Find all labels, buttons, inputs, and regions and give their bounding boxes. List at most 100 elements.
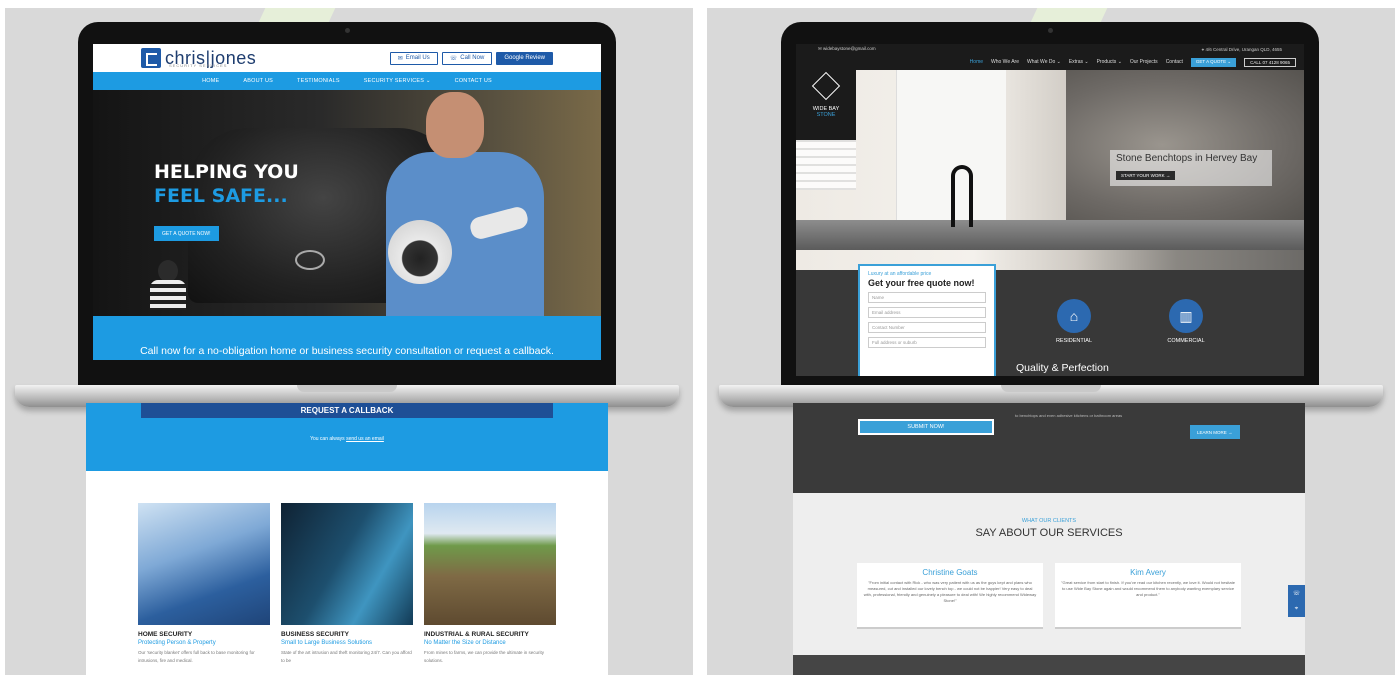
- farmland-photo: [424, 503, 556, 625]
- nav-contact-us[interactable]: CONTACT US: [455, 78, 492, 84]
- hero-title: HELPING YOU FEEL SAFE...: [154, 160, 299, 208]
- nav-products[interactable]: Products ⌄: [1097, 59, 1122, 65]
- form-title: Get your free quote now!: [868, 278, 975, 288]
- laptop-notch: [1001, 385, 1101, 392]
- form-kicker: Luxury at an affordable price: [868, 271, 932, 277]
- main-nav: Home Who We Are What We Do ⌄ Extras ⌄ Pr…: [796, 54, 1304, 70]
- testimonial-name: Christine Goats: [922, 568, 978, 577]
- callback-section: REQUEST A CALLBACK You can always send u…: [86, 403, 608, 471]
- house-icon: ⌂: [1057, 299, 1091, 333]
- hero-caption-title: Stone Benchtops in Hervey Bay: [1116, 153, 1258, 164]
- testimonials-section: WHAT OUR CLIENTS SAY ABOUT OUR SERVICES …: [793, 493, 1305, 655]
- card-text: From mines to farms, we can provide the …: [424, 650, 545, 663]
- site-header: chris|jones SECURITY SERVICES ✉ Email Us…: [93, 44, 601, 72]
- nav-our-projects[interactable]: Our Projects: [1130, 59, 1158, 65]
- nav-contact[interactable]: Contact: [1166, 59, 1183, 65]
- logo-mark-icon: [141, 48, 161, 68]
- site-below-fold-right: SUBMIT NOW! to benchtops and even adhesi…: [793, 403, 1305, 675]
- laptop-screen-left: chris|jones SECURITY SERVICES ✉ Email Us…: [78, 22, 616, 392]
- card-subtitle: Protecting Person & Property: [138, 640, 216, 646]
- testimonial-card: Christine Goats "From initial contact wi…: [857, 563, 1043, 629]
- service-card-industrial[interactable]: INDUSTRIAL & RURAL SECURITY No Matter th…: [424, 503, 556, 665]
- tap-icon: [951, 165, 973, 227]
- quote-form: Luxury at an affordable price Get your f…: [858, 264, 996, 376]
- request-callback-button[interactable]: REQUEST A CALLBACK: [141, 403, 553, 418]
- testimonial-quote: "From initial contact with Rick - who wa…: [863, 580, 1037, 603]
- main-nav: HOME ABOUT US TESTIMONIALS SECURITY SERV…: [93, 72, 601, 90]
- technician-photo: [138, 503, 270, 625]
- top-email[interactable]: ✉ widebaystone@gmail.com: [818, 46, 876, 52]
- testimonials-heading: SAY ABOUT OUR SERVICES: [975, 527, 1123, 539]
- logo[interactable]: WIDE BAY STONE: [796, 70, 856, 140]
- nav-home[interactable]: HOME: [202, 78, 219, 84]
- card-text: State of the art intrusion and theft mon…: [281, 650, 412, 663]
- burglar-head: [158, 260, 178, 282]
- testimonials-kicker: WHAT OUR CLIENTS: [1021, 518, 1077, 524]
- logo-line2: STONE: [816, 112, 836, 118]
- hero-caption: Stone Benchtops in Hervey Bay START YOUR…: [1110, 150, 1272, 186]
- logo-tagline: SECURITY SERVICES: [169, 63, 228, 68]
- testimonial-name: Kim Avery: [1130, 568, 1166, 577]
- nav-about-us[interactable]: ABOUT US: [243, 78, 273, 84]
- top-bar: ✉ widebaystone@gmail.com ⌖ 4/6 Central D…: [796, 44, 1304, 54]
- cta-banner-text: Call now for a no-obligation home or bus…: [140, 345, 554, 357]
- hero-title-line2: FEEL SAFE...: [154, 185, 288, 207]
- card-text: Our 'security blanket' offers full back …: [138, 650, 255, 663]
- header-buttons: ✉ Email Us ☏ Call Now Google Review: [389, 51, 553, 65]
- site-below-fold-left: REQUEST A CALLBACK You can always send u…: [86, 403, 608, 675]
- call-now-button[interactable]: ☏ Call Now: [441, 51, 493, 65]
- call-nav-button[interactable]: CALL 07 4128 9065: [1244, 57, 1296, 67]
- camera-dot: [345, 28, 350, 33]
- building-icon: ▥: [1169, 299, 1203, 333]
- services-section: HOME SECURITY Protecting Person & Proper…: [86, 471, 608, 675]
- send-email-link[interactable]: send us an email: [346, 436, 384, 442]
- card-subtitle: No Matter the Size or Distance: [424, 640, 506, 646]
- phone-icon[interactable]: ☏: [1293, 590, 1301, 597]
- submit-now-button[interactable]: SUBMIT NOW!: [858, 419, 994, 435]
- man-head: [426, 92, 484, 158]
- site-widebaystone: ✉ widebaystone@gmail.com ⌖ 4/6 Central D…: [796, 44, 1304, 376]
- left-showcase-panel: chris|jones SECURITY SERVICES ✉ Email Us…: [5, 8, 693, 675]
- laptop-screen-right: ✉ widebaystone@gmail.com ⌖ 4/6 Central D…: [781, 22, 1319, 392]
- nav-what-we-do[interactable]: What We Do ⌄: [1027, 59, 1061, 65]
- address-field[interactable]: Full address or suburb: [868, 337, 986, 348]
- burglar-illustration: [138, 260, 198, 310]
- testimonial-quote: "Great service from start to finish. If …: [1061, 580, 1235, 597]
- top-address: ⌖ 4/6 Central Drive, Urangan QLD, 4655: [1201, 46, 1282, 52]
- marble-splashback: [1066, 70, 1304, 220]
- service-card-home[interactable]: HOME SECURITY Protecting Person & Proper…: [138, 503, 270, 665]
- learn-more-button[interactable]: LEARN MORE →: [1190, 425, 1240, 439]
- nav-extras[interactable]: Extras ⌄: [1069, 59, 1089, 65]
- contact-number-field[interactable]: Contact Number: [868, 322, 986, 333]
- right-showcase-panel: ✉ widebaystone@gmail.com ⌖ 4/6 Central D…: [707, 8, 1395, 675]
- service-label: COMMERCIAL: [1167, 338, 1205, 344]
- stone-benchtop: [796, 220, 1304, 250]
- camera-dot: [1048, 28, 1053, 33]
- form-continuation: SUBMIT NOW! to benchtops and even adhesi…: [793, 403, 1305, 493]
- card-title: INDUSTRIAL & RURAL SECURITY: [424, 631, 529, 638]
- email-us-button[interactable]: ✉ Email Us: [389, 51, 438, 65]
- email-field[interactable]: Email address: [868, 307, 986, 318]
- floating-contact-buttons[interactable]: ☏ ⌖: [1288, 585, 1305, 617]
- nav-testimonials[interactable]: TESTIMONIALS: [297, 78, 340, 84]
- nav-home[interactable]: Home: [970, 59, 983, 65]
- location-icon[interactable]: ⌖: [1295, 606, 1298, 613]
- nav-who-we-are[interactable]: Who We Are: [991, 59, 1019, 65]
- service-card-business[interactable]: BUSINESS SECURITY Small to Large Busines…: [281, 503, 413, 665]
- get-quote-button[interactable]: GET A QUOTE NOW!: [154, 226, 219, 241]
- man-with-cameras-photo: [378, 90, 553, 316]
- car-emblem: [295, 250, 325, 270]
- service-commercial[interactable]: ▥ COMMERCIAL: [1156, 299, 1216, 344]
- call-now-label: Call Now: [460, 55, 485, 61]
- name-field[interactable]: Name: [868, 292, 986, 303]
- nav-security-services[interactable]: SECURITY SERVICES ⌄: [364, 78, 431, 84]
- email-note-prefix: You can always: [310, 436, 347, 442]
- google-review-button[interactable]: Google Review: [496, 51, 553, 65]
- service-label: RESIDENTIAL: [1055, 338, 1093, 344]
- card-title: BUSINESS SECURITY: [281, 631, 349, 638]
- service-residential[interactable]: ⌂ RESIDENTIAL: [1044, 299, 1104, 344]
- envelope-icon: ✉: [397, 55, 403, 62]
- get-quote-nav-button[interactable]: GET A QUOTE ⌄: [1190, 57, 1237, 67]
- start-work-button[interactable]: START YOUR WORK →: [1116, 171, 1176, 180]
- footer-strip: [793, 655, 1305, 675]
